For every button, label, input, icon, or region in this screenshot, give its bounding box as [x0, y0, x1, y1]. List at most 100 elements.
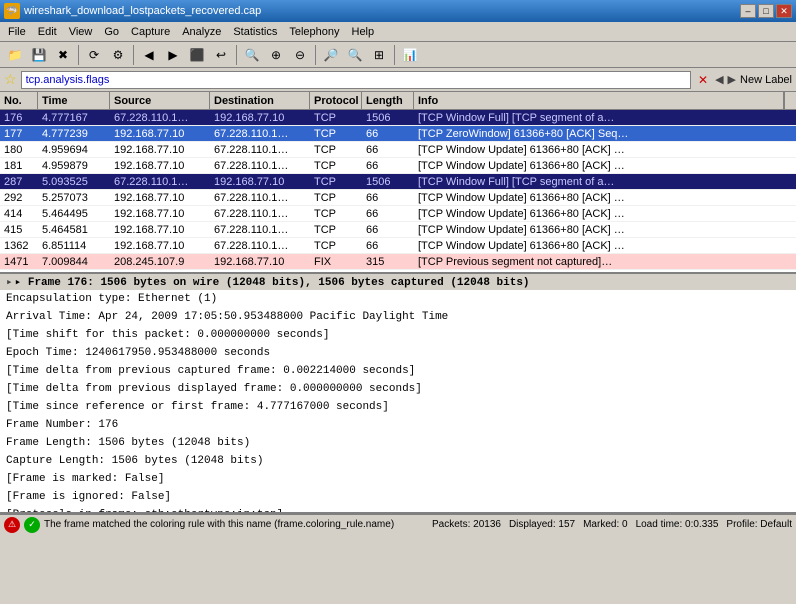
menu-item-analyze[interactable]: Analyze [176, 24, 227, 40]
detail-line[interactable]: Capture Length: 1506 bytes (12048 bits) [0, 452, 796, 470]
filter-new-label[interactable]: New Label [740, 74, 792, 86]
packet-cell: 66 [362, 192, 414, 204]
toolbar-jump-button[interactable]: ↩ [210, 44, 232, 66]
menu-item-statistics[interactable]: Statistics [227, 24, 283, 40]
packets-count: Packets: 20136 [432, 519, 501, 530]
packet-row[interactable]: 1804.959694192.168.77.1067.228.110.1…TCP… [0, 142, 796, 158]
toolbar-save-button[interactable]: 💾 [28, 44, 50, 66]
toolbar-filter-button[interactable]: ⊕ [265, 44, 287, 66]
packet-cell: 415 [0, 224, 38, 236]
displayed-count: Displayed: 157 [509, 519, 575, 530]
filter-input[interactable] [21, 71, 692, 89]
menu-item-go[interactable]: Go [98, 24, 125, 40]
menu-item-file[interactable]: File [2, 24, 32, 40]
detail-line[interactable]: [Time shift for this packet: 0.000000000… [0, 326, 796, 344]
detail-pane: ▸ ▸ Frame 176: 1506 bytes on wire (12048… [0, 274, 796, 514]
filter-bookmark-icon[interactable]: ☆ [4, 71, 17, 88]
detail-line[interactable]: [Time delta from previous displayed fram… [0, 380, 796, 398]
toolbar-options-button[interactable]: ⚙ [107, 44, 129, 66]
packet-cell: [TCP Window Update] 61366+80 [ACK] … [414, 240, 796, 252]
packet-cell: 5.464495 [38, 208, 110, 220]
packet-cell: 67.228.110.1… [210, 192, 310, 204]
packet-cell: 208.245.107.9 [110, 256, 210, 268]
status-ok-icon[interactable]: ✓ [24, 517, 40, 533]
packet-row[interactable]: 1764.77716767.228.110.1…192.168.77.10TCP… [0, 110, 796, 126]
detail-line[interactable]: Frame Number: 176 [0, 416, 796, 434]
toolbar-search-button[interactable]: 🔍 [241, 44, 263, 66]
col-header-protocol: Protocol [310, 92, 362, 109]
packet-row[interactable]: 4145.464495192.168.77.1067.228.110.1…TCP… [0, 206, 796, 222]
filter-next-icon[interactable]: ▶ [728, 73, 736, 86]
packet-cell: 287 [0, 176, 38, 188]
detail-line[interactable]: [Time delta from previous captured frame… [0, 362, 796, 380]
toolbar-zoom-in-button[interactable]: 🔎 [320, 44, 342, 66]
toolbar-back-button[interactable]: ◀ [138, 44, 160, 66]
packet-row[interactable]: 2875.09352567.228.110.1…192.168.77.10TCP… [0, 174, 796, 190]
packet-row[interactable]: 1774.777239192.168.77.1067.228.110.1…TCP… [0, 126, 796, 142]
packet-cell: 67.228.110.1… [210, 240, 310, 252]
toolbar-zoom-reset-button[interactable]: ⊞ [368, 44, 390, 66]
frame-expand-icon: ▸ [6, 275, 13, 289]
menu-item-telephony[interactable]: Telephony [283, 24, 345, 40]
status-right: Packets: 20136 Displayed: 157 Marked: 0 … [432, 519, 792, 530]
menu-item-help[interactable]: Help [346, 24, 381, 40]
toolbar-find-button[interactable]: ⊖ [289, 44, 311, 66]
packet-cell: 315 [362, 256, 414, 268]
col-header-no: No. [0, 92, 38, 109]
detail-line[interactable]: Epoch Time: 1240617950.953488000 seconds [0, 344, 796, 362]
profile: Profile: Default [726, 519, 792, 530]
packet-list: No. Time Source Destination Protocol Len… [0, 92, 796, 274]
packet-cell: 192.168.77.10 [110, 240, 210, 252]
packet-row[interactable]: 1814.959879192.168.77.1067.228.110.1…TCP… [0, 158, 796, 174]
packet-list-header: No. Time Source Destination Protocol Len… [0, 92, 796, 110]
packet-list-body: 1764.77716767.228.110.1…192.168.77.10TCP… [0, 110, 796, 272]
menu-item-capture[interactable]: Capture [125, 24, 176, 40]
packet-cell: 66 [362, 208, 414, 220]
toolbar-reload-button[interactable]: ⟳ [83, 44, 105, 66]
filter-prev-icon[interactable]: ◀ [715, 73, 723, 86]
detail-line[interactable]: Arrival Time: Apr 24, 2009 17:05:50.9534… [0, 308, 796, 326]
detail-line[interactable]: [Protocols in frame: eth:ethertype:ip:tc… [0, 506, 796, 514]
packet-cell: 176 [0, 112, 38, 124]
detail-line[interactable]: Encapsulation type: Ethernet (1) [0, 290, 796, 308]
title-bar-left: 🦈 wireshark_download_lostpackets_recover… [4, 3, 261, 19]
packet-cell: 4.959879 [38, 160, 110, 172]
packet-cell: [TCP Window Update] 61366+80 [ACK] … [414, 208, 796, 220]
menu-item-view[interactable]: View [63, 24, 99, 40]
toolbar-open-button[interactable]: 📁 [4, 44, 26, 66]
menu-bar: FileEditViewGoCaptureAnalyzeStatisticsTe… [0, 22, 796, 42]
close-button[interactable]: ✕ [776, 4, 792, 18]
status-error-icon[interactable]: ⚠ [4, 517, 20, 533]
toolbar-stop-button[interactable]: ⬛ [186, 44, 208, 66]
toolbar-sep-1 [78, 45, 79, 65]
packet-row[interactable]: 4155.464581192.168.77.1067.228.110.1…TCP… [0, 222, 796, 238]
packet-cell: 7.009844 [38, 256, 110, 268]
toolbar-forward-button[interactable]: ▶ [162, 44, 184, 66]
minimize-button[interactable]: – [740, 4, 756, 18]
packet-cell: 1506 [362, 176, 414, 188]
marked-count: Marked: 0 [583, 519, 627, 530]
toolbar-close-button[interactable]: ✖ [52, 44, 74, 66]
window-title: wireshark_download_lostpackets_recovered… [24, 5, 261, 17]
packet-row[interactable]: 2925.257073192.168.77.1067.228.110.1…TCP… [0, 190, 796, 206]
packet-row[interactable]: 14717.009844208.245.107.9192.168.77.10FI… [0, 254, 796, 270]
packet-cell: TCP [310, 208, 362, 220]
packet-cell: 192.168.77.10 [110, 224, 210, 236]
detail-line[interactable]: [Frame is ignored: False] [0, 488, 796, 506]
frame-header[interactable]: ▸ ▸ Frame 176: 1506 bytes on wire (12048… [0, 274, 796, 290]
packet-cell: TCP [310, 128, 362, 140]
packet-row[interactable]: 13626.851114192.168.77.1067.228.110.1…TC… [0, 238, 796, 254]
detail-line[interactable]: [Frame is marked: False] [0, 470, 796, 488]
packet-cell: 67.228.110.1… [110, 112, 210, 124]
packet-cell: [TCP Window Update] 61366+80 [ACK] … [414, 192, 796, 204]
menu-item-edit[interactable]: Edit [32, 24, 63, 40]
filter-clear-icon[interactable]: ✕ [695, 72, 711, 88]
packet-cell: 67.228.110.1… [210, 160, 310, 172]
toolbar-zoom-out-button[interactable]: 🔍 [344, 44, 366, 66]
toolbar: 📁 💾 ✖ ⟳ ⚙ ◀ ▶ ⬛ ↩ 🔍 ⊕ ⊖ 🔎 🔍 ⊞ 📊 [0, 42, 796, 68]
detail-line[interactable]: Frame Length: 1506 bytes (12048 bits) [0, 434, 796, 452]
detail-line[interactable]: [Time since reference or first frame: 4.… [0, 398, 796, 416]
maximize-button[interactable]: □ [758, 4, 774, 18]
packet-cell: [TCP Window Update] 61366+80 [ACK] … [414, 160, 796, 172]
toolbar-graph-button[interactable]: 📊 [399, 44, 421, 66]
